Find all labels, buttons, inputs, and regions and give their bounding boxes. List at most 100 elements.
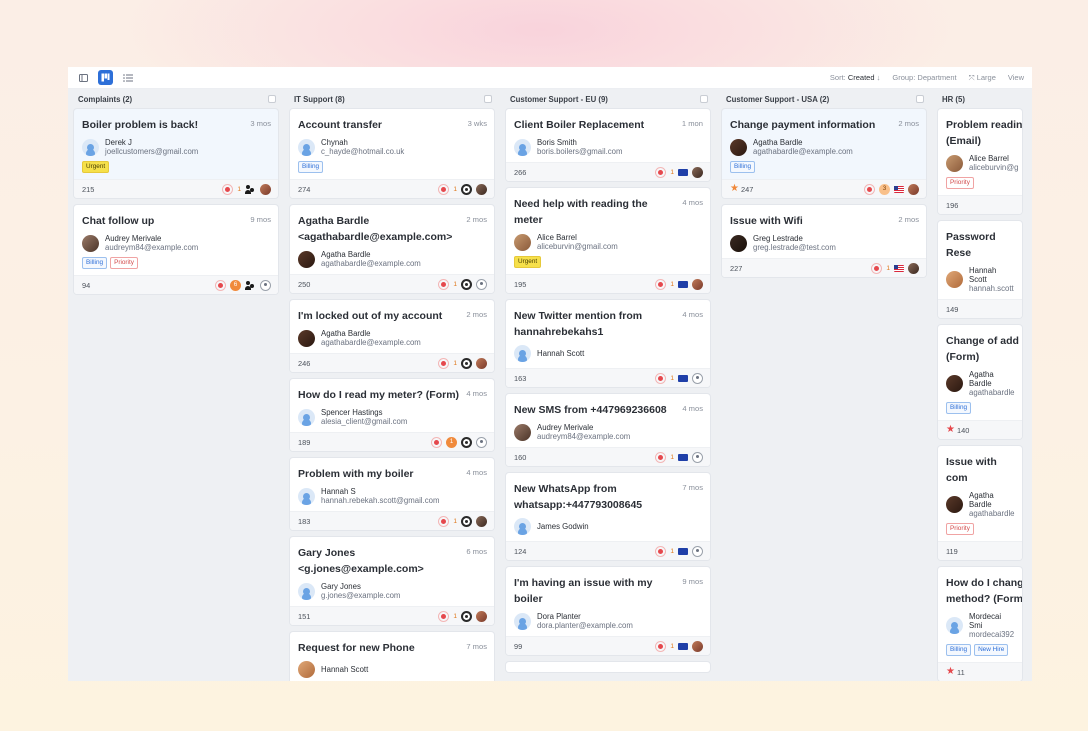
ticket-card[interactable]: Agatha Bardle <agathabardle@example.com>…	[290, 205, 494, 293]
column-select-checkbox[interactable]	[268, 95, 276, 103]
avatar	[82, 234, 99, 252]
requester-name: Boris Smith	[537, 138, 577, 147]
ticket-card[interactable]: How do I chang method? (Form Mordecai Sm…	[938, 567, 1022, 681]
eu-flag-icon	[678, 453, 688, 461]
tag-billing[interactable]: Billing	[946, 644, 972, 656]
tag-priority[interactable]: Priority	[946, 177, 974, 189]
requester-email: agathabardle@example.com	[321, 259, 421, 268]
ticket-id: 119	[946, 546, 958, 556]
eu-flag-icon	[678, 168, 688, 176]
column-select-checkbox[interactable]	[916, 95, 924, 103]
ticket-card[interactable]: Boiler problem is back! 3 mos Derek Jjoel…	[74, 109, 278, 198]
requester-email: agathabardle@example.com	[753, 147, 853, 156]
ticket-title: Chat follow up	[82, 215, 155, 227]
message-count: 1	[453, 359, 457, 367]
assignee-placeholder-icon[interactable]	[692, 372, 703, 384]
assignee-placeholder-icon[interactable]	[476, 436, 487, 448]
tag-priority[interactable]: Priority	[946, 523, 974, 535]
ticket-id: 195	[514, 279, 527, 289]
assignee-avatar[interactable]	[476, 357, 487, 369]
assignee-avatar[interactable]	[692, 278, 703, 290]
ticket-title: Agatha Bardle <agathabardle@example.com>	[298, 215, 453, 243]
tag-billing[interactable]: Billing	[82, 257, 108, 269]
sort-control[interactable]: Sort: Created ↓	[830, 73, 880, 82]
ticket-card[interactable]: Problem readin (Email) Alice Barrel alice…	[938, 109, 1022, 214]
requester-name: James Godwin	[537, 522, 589, 531]
ticket-card[interactable]: New Twitter mention from hannahrebekahs1…	[506, 300, 710, 387]
requester-email: aliceburvin@g	[969, 163, 1019, 172]
requester: Dora Planter dora.planter@example.com	[514, 612, 703, 630]
ticket-card[interactable]: Change of add (Form) Agatha Bardle agatha…	[938, 325, 1022, 439]
requester-email: dora.planter@example.com	[537, 621, 633, 630]
avatar	[946, 496, 963, 513]
ticket-card[interactable]	[506, 662, 710, 672]
ticket-card[interactable]: New WhatsApp from whatsapp:+447793008645…	[506, 473, 710, 560]
ticket-card[interactable]: Request for new Phone 7 mos Hannah Scott	[290, 632, 494, 681]
ticket-card[interactable]: Gary Jones <g.jones@example.com> 6 mos Ga…	[290, 537, 494, 625]
tag-billing[interactable]: Billing	[298, 161, 324, 173]
ticket-card[interactable]: Issue with Wifi 2 mos Greg Lestrade greg.l…	[722, 205, 926, 277]
assignee-avatar[interactable]	[908, 262, 919, 274]
ticket-title: I'm having an issue with my boiler	[514, 577, 653, 605]
sort-direction-icon: ↓	[876, 73, 881, 82]
message-count-badge: 3	[879, 183, 890, 195]
assignee-avatar[interactable]	[692, 640, 703, 652]
gear-icon	[461, 436, 472, 448]
assignee-placeholder-icon[interactable]	[692, 545, 703, 557]
ticket-card[interactable]: I'm having an issue with my boiler 9 mos …	[506, 567, 710, 655]
ticket-card[interactable]: New SMS from +447969236608 4 mos Audrey M…	[506, 394, 710, 466]
toolbar: Sort: Created ↓ Group: Department ⤧ Larg…	[68, 67, 1032, 89]
requester: Boris Smith boris.boilers@gmail.com	[514, 138, 703, 156]
star-icon: ★	[946, 666, 955, 677]
ticket-card[interactable]: Account transfer 3 wks Chynah c_hayde@hotm…	[290, 109, 494, 198]
avatar	[514, 345, 531, 362]
ticket-card[interactable]: Chat follow up 9 mos Audrey Merivale audre…	[74, 205, 278, 294]
tag-urgent[interactable]: Urgent	[514, 256, 542, 268]
ticket-card[interactable]: I'm locked out of my account 2 mos Agatha…	[290, 300, 494, 372]
assignee-avatar[interactable]	[476, 515, 487, 527]
column-select-checkbox[interactable]	[700, 95, 708, 103]
requester-name: Dora Planter	[537, 612, 581, 621]
assignee-avatar[interactable]	[476, 183, 487, 195]
view-menu[interactable]: View	[1008, 73, 1024, 82]
tag-priority[interactable]: Priority	[110, 257, 138, 269]
size-control[interactable]: ⤧ Large	[969, 73, 996, 83]
tag-billing[interactable]: Billing	[730, 161, 756, 173]
ticket-card[interactable]: Issue with com Agatha Bardle agathabardle…	[938, 446, 1022, 560]
assignee-avatar[interactable]	[908, 183, 919, 195]
column-customer-support-eu: Customer Support - EU (9) Client Boiler …	[500, 89, 716, 681]
tag-billing[interactable]: Billing	[946, 402, 972, 414]
list-view-icon[interactable]	[121, 71, 135, 85]
column-header: Complaints (2)	[74, 89, 278, 109]
ticket-card[interactable]: Change payment information 2 mos Agatha B…	[722, 109, 926, 198]
ticket-id: 163	[514, 373, 527, 383]
requester-email: agathabardle	[969, 388, 1015, 397]
assignee-placeholder-icon[interactable]	[260, 279, 271, 291]
requester-name: Mordecai Smi	[969, 612, 1002, 630]
ticket-id: 149	[946, 304, 959, 314]
ticket-id: 94	[82, 280, 91, 290]
assignee-placeholder-icon[interactable]	[476, 278, 487, 290]
assignee-avatar[interactable]	[476, 610, 487, 622]
ticket-card[interactable]: How do I read my meter? (Form) 4 mos Spen…	[290, 379, 494, 451]
ticket-id: 196	[946, 200, 959, 210]
sidebar-toggle-icon[interactable]	[76, 71, 90, 85]
requester-email: audreym84@example.com	[537, 432, 631, 441]
assignee-avatar[interactable]	[260, 183, 271, 195]
column-select-checkbox[interactable]	[484, 95, 492, 103]
group-control[interactable]: Group: Department	[892, 73, 956, 82]
size-value: Large	[976, 72, 996, 82]
tag-urgent[interactable]: Urgent	[82, 161, 110, 173]
ticket-id: 140	[957, 425, 970, 435]
ticket-card[interactable]: Client Boiler Replacement 1 mon Boris Smi…	[506, 109, 710, 181]
assignee-avatar[interactable]	[692, 166, 703, 178]
status-open-icon	[215, 279, 226, 291]
assignee-placeholder-icon[interactable]	[692, 451, 703, 463]
ticket-card[interactable]: Problem with my boiler 4 mos Hannah Shann…	[290, 458, 494, 530]
tag-new-hire[interactable]: New Hire	[974, 644, 1009, 656]
status-open-icon	[438, 183, 450, 195]
ticket-card[interactable]: Need help with reading the meter 4 mos Al…	[506, 188, 710, 293]
requester: Hannah Scott hannah.scott	[946, 266, 1015, 293]
board-view-icon[interactable]	[98, 70, 113, 85]
ticket-card[interactable]: Password Rese Hannah Scott hannah.scott 1…	[938, 221, 1022, 318]
